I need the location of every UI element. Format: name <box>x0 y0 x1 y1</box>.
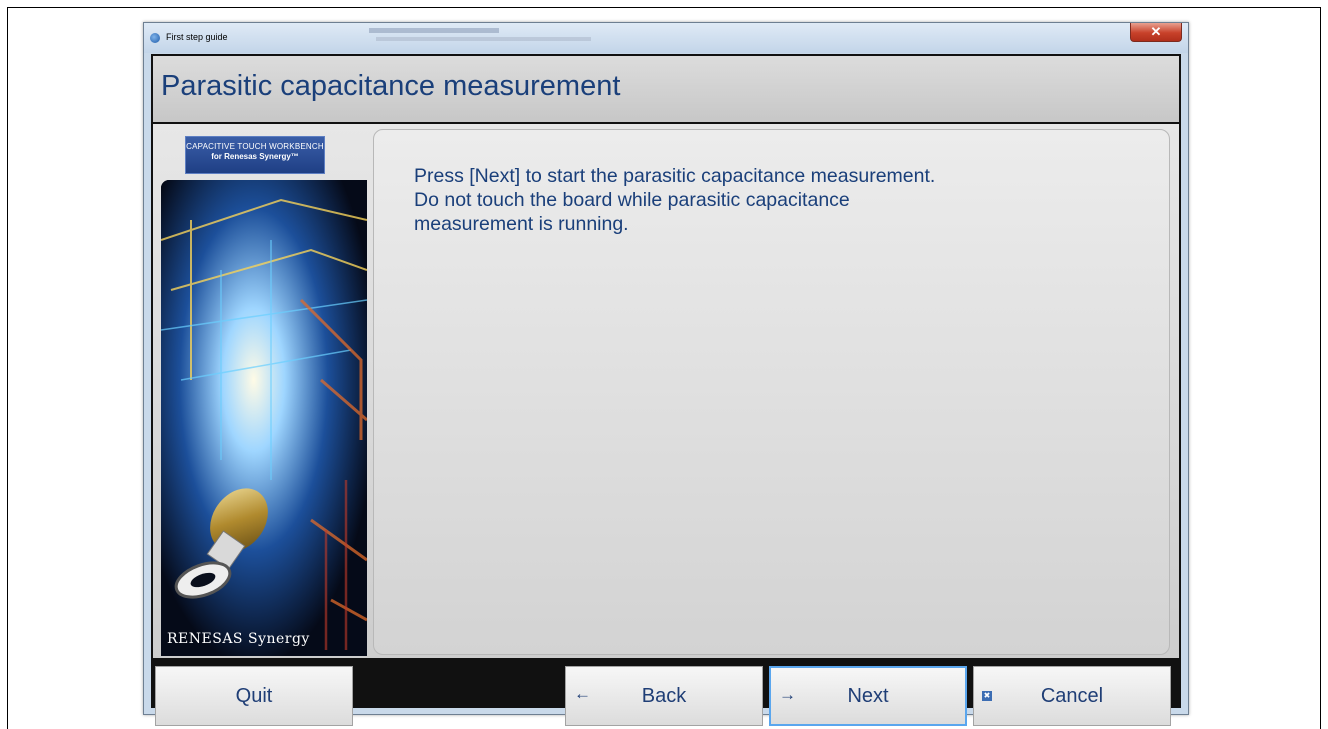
arrow-left-icon: ← <box>574 684 591 703</box>
product-logo-line1: CAPACITIVE TOUCH WORKBENCH <box>186 142 324 151</box>
quit-button[interactable]: Quit <box>155 666 353 726</box>
quit-label: Quit <box>235 684 273 707</box>
next-button[interactable]: → Next <box>769 666 967 726</box>
background-window-blur <box>376 37 591 41</box>
close-icon: ✕ <box>1150 24 1162 39</box>
background-window-blur <box>369 28 499 33</box>
app-icon <box>150 33 160 43</box>
side-panel: CAPACITIVE TOUCH WORKBENCH for Renesas S… <box>161 130 367 656</box>
key-illustration <box>161 180 367 656</box>
wizard-header: Parasitic capacitance measurement <box>153 56 1179 122</box>
brand-text: RENESAS Synergy <box>167 631 310 647</box>
next-label: Next <box>847 684 889 707</box>
content-panel: Press [Next] to start the parasitic capa… <box>373 129 1170 655</box>
button-row: Quit ← Back → Next ✖ Cancel <box>151 662 1181 726</box>
title-bar: First step guide ✕ <box>144 23 1188 53</box>
arrow-right-icon: → <box>779 685 796 704</box>
app-window: First step guide ✕ Parasitic capacitance… <box>143 22 1189 726</box>
sidebar-artwork: RENESAS Synergy <box>161 180 367 656</box>
instruction-text: Press [Next] to start the parasitic capa… <box>414 165 936 235</box>
product-logo: CAPACITIVE TOUCH WORKBENCH for Renesas S… <box>185 136 325 174</box>
close-button[interactable]: ✕ <box>1130 23 1182 42</box>
wizard-client: Parasitic capacitance measurement CAPACI… <box>151 54 1181 726</box>
cancel-icon: ✖ <box>982 691 992 701</box>
back-label: Back <box>641 684 687 707</box>
renesas-synergy-logo: RENESAS Synergy <box>167 631 310 647</box>
cancel-label: Cancel <box>1040 684 1104 707</box>
wizard-body: CAPACITIVE TOUCH WORKBENCH for Renesas S… <box>153 124 1179 658</box>
product-logo-line2: for Renesas Synergy™ <box>211 152 299 161</box>
window-title: First step guide <box>166 32 228 42</box>
page-title: Parasitic capacitance measurement <box>161 70 621 102</box>
back-button[interactable]: ← Back <box>565 666 763 726</box>
cancel-button[interactable]: ✖ Cancel <box>973 666 1171 726</box>
